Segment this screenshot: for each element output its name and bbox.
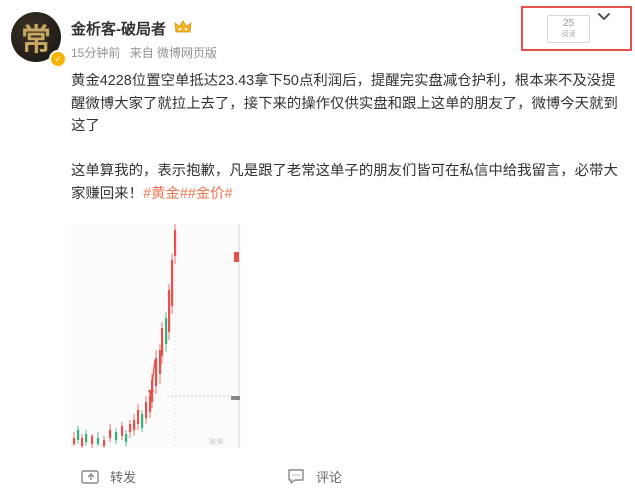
candle-body [141,414,144,428]
crown-badge-icon[interactable] [174,19,192,35]
candle-body [159,350,162,374]
candle-body [85,434,88,442]
candle-body [103,440,106,446]
post-source: 来自 微博网页版 [129,46,218,60]
read-count: 25 [562,18,575,29]
post-paragraph: 黄金4228位置空单抵达23.43拿下50点利润后，提醒完实盘减仓护利，根本来不… [71,73,618,134]
candle-body [91,436,94,444]
candle-body [165,318,168,344]
price-marker [231,396,240,400]
image-watermark: 微博 [209,437,223,446]
candle-body [171,260,174,306]
candle-body [73,438,76,444]
weibo-post-card: 常 ✓ 金析客-破局者 15分钟前 来自 微博网页版 25 阅读 黄金4228位… [0,0,635,495]
read-label: 阅读 [561,31,576,38]
candle-body [149,396,152,412]
hashtag-link[interactable]: #黄金# [143,186,188,202]
post-time[interactable]: 15分钟前 [71,46,120,60]
candle-body [109,430,112,438]
candle-body [137,410,140,424]
hashtag-link[interactable]: #金价# [188,186,233,202]
repost-button[interactable]: 转发 [80,466,136,486]
post-image-chart[interactable]: 微博 [71,224,242,448]
candle-body [133,420,136,430]
price-marker [234,252,239,262]
candle-body [121,426,124,436]
candle-body [81,438,84,446]
candle-body [174,230,177,256]
comment-button[interactable]: 评论 [286,466,342,486]
post-meta: 15分钟前 来自 微博网页版 [71,44,223,61]
candle-body [115,432,118,440]
post-paragraph: 这单算我的，表示抱歉，凡是跟了老常这单子的朋友们皆可在私信中给我留言，必带大家赚… [71,160,627,205]
repost-label: 转发 [110,469,137,485]
candle-body [125,434,128,442]
candle-body [77,430,80,440]
chevron-down-icon[interactable] [597,12,611,22]
comment-icon [288,469,304,484]
v-verified-icon: ✓ [49,50,67,68]
read-count-widget: 25 阅读 [547,15,590,43]
post-content: 黄金4228位置空单抵达23.43拿下50点利润后，提醒完实盘减仓护利，根本来不… [71,70,627,205]
candle-body [168,290,171,332]
candle-body [161,328,164,356]
candle-body [145,402,148,418]
comment-label: 评论 [316,469,343,485]
candle-body [129,424,132,432]
author-name[interactable]: 金析客-破局者 [71,18,166,39]
candle-body [97,438,100,444]
repost-icon [81,470,99,484]
